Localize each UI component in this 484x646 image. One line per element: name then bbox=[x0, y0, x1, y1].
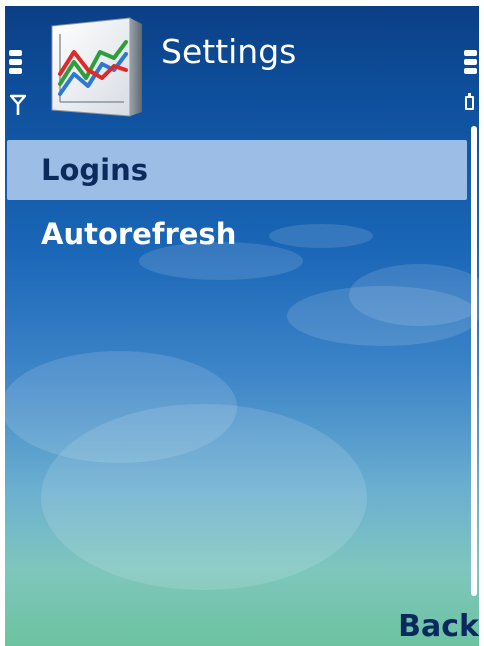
battery-icon bbox=[465, 93, 474, 110]
scrollbar[interactable] bbox=[471, 126, 477, 596]
list-item-label: Autorefresh bbox=[41, 217, 237, 251]
background-bubble bbox=[5, 351, 237, 463]
signal-antenna-icon bbox=[9, 94, 27, 115]
list-item-logins[interactable]: Logins bbox=[7, 140, 467, 200]
chart-lines-icon bbox=[51, 17, 142, 117]
app-screen: Settings Logins Autorefresh Back bbox=[5, 6, 479, 646]
page-title: Settings bbox=[161, 32, 297, 71]
battery-indicator bbox=[459, 50, 477, 120]
back-softkey[interactable]: Back bbox=[398, 609, 479, 644]
list-item-autorefresh[interactable]: Autorefresh bbox=[7, 204, 467, 264]
signal-indicator bbox=[9, 50, 27, 120]
background-bubble bbox=[349, 264, 479, 326]
list-item-label: Logins bbox=[41, 153, 149, 187]
